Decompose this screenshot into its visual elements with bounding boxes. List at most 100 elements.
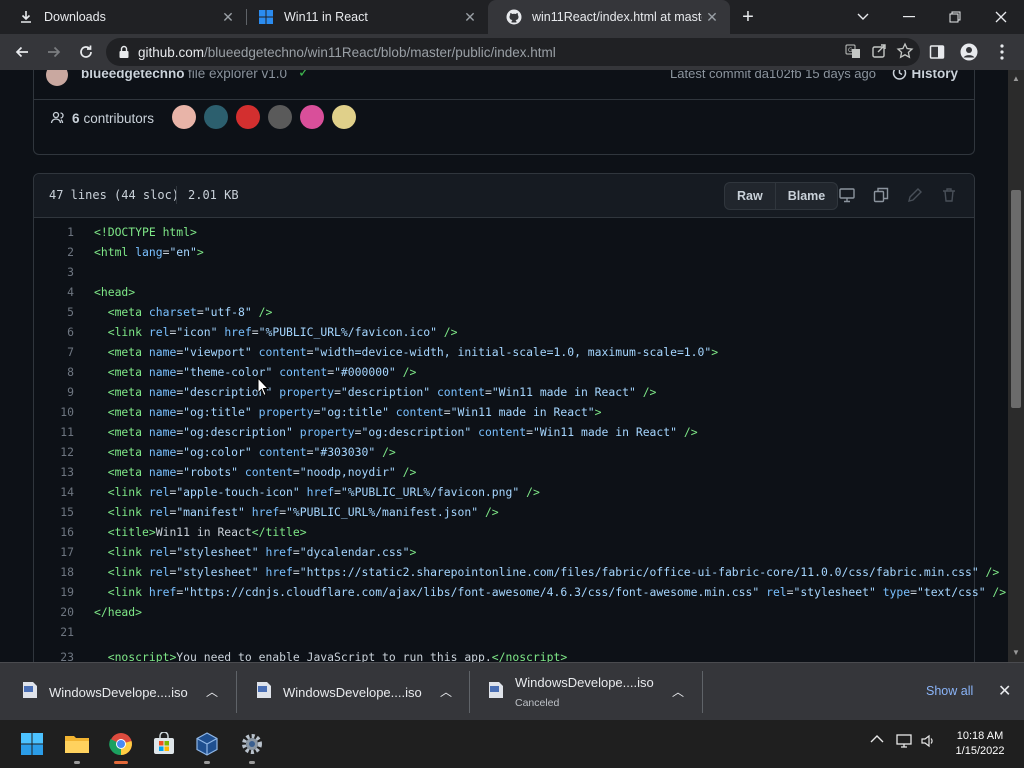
profile-avatar-icon[interactable]	[956, 39, 982, 65]
contributor-avatar[interactable]	[236, 105, 260, 129]
line-number[interactable]: 6	[34, 322, 74, 342]
desktop-icon[interactable]	[838, 186, 856, 209]
line-number[interactable]: 7	[34, 342, 74, 362]
download-item[interactable]: WindowsDevelope....iso Canceled ︿	[466, 663, 702, 721]
code-text: <link rel="icon" href="%PUBLIC_URL%/favi…	[107, 325, 458, 339]
line-number[interactable]: 8	[34, 362, 74, 382]
line-number[interactable]: 19	[34, 582, 74, 602]
code-text: <meta name="og:title" property="og:title…	[107, 405, 602, 419]
line-number[interactable]: 3	[34, 262, 74, 282]
line-number[interactable]: 17	[34, 542, 74, 562]
line-number[interactable]: 9	[34, 382, 74, 402]
tab-title: Downloads	[44, 10, 106, 24]
minimize-button[interactable]	[886, 0, 932, 34]
line-number[interactable]: 15	[34, 502, 74, 522]
running-indicator	[204, 761, 210, 764]
tab-downloads[interactable]: Downloads ✕	[0, 0, 246, 34]
pencil-icon[interactable]	[906, 186, 924, 209]
download-item[interactable]: WindowsDevelope....iso ︿	[234, 663, 470, 721]
start-button[interactable]	[16, 728, 48, 760]
forward-button[interactable]	[41, 39, 67, 65]
share-icon[interactable]	[870, 42, 888, 65]
line-number[interactable]: 23	[34, 647, 74, 662]
chevron-up-icon[interactable]: ︿	[672, 683, 684, 700]
code-text: <meta name="description" property="descr…	[107, 385, 657, 399]
virtualbox-icon[interactable]	[191, 728, 223, 764]
contributor-avatar[interactable]	[268, 105, 292, 129]
file-size: 2.01 KB	[188, 188, 239, 202]
file-icon-actions	[838, 186, 958, 209]
show-all-button[interactable]: Show all	[926, 684, 973, 698]
line-number[interactable]: 10	[34, 402, 74, 422]
copy-icon[interactable]	[872, 186, 890, 209]
raw-button[interactable]: Raw	[725, 183, 775, 209]
line-number[interactable]: 4	[34, 282, 74, 302]
contributor-avatar[interactable]	[172, 105, 196, 129]
tab-github-index-html[interactable]: win11React/index.html at master ✕	[488, 0, 730, 34]
github-page: blueedgetechno file explorer v1.0 ✓ Late…	[0, 70, 1008, 662]
store-icon[interactable]	[148, 728, 180, 760]
contributors-link[interactable]: 6 contributors	[50, 110, 154, 126]
download-filename: WindowsDevelope....iso	[49, 685, 188, 700]
clock[interactable]: 10:18 AM 1/15/2022	[940, 729, 1020, 759]
tab-search-chevron-icon[interactable]	[840, 0, 886, 34]
commit-author[interactable]: blueedgetechno	[81, 70, 185, 81]
code-line: 3	[34, 262, 974, 282]
tab-close-icon[interactable]: ✕	[702, 9, 722, 26]
page-scrollbar[interactable]: ▲ ▼	[1008, 70, 1024, 662]
contributor-avatar[interactable]	[300, 105, 324, 129]
url-host: github.com	[138, 44, 205, 60]
side-panel-icon[interactable]	[924, 39, 950, 65]
reload-button[interactable]	[73, 39, 99, 65]
download-item[interactable]: WindowsDevelope....iso ︿	[0, 663, 236, 721]
line-number[interactable]: 11	[34, 422, 74, 442]
volume-icon[interactable]	[920, 733, 936, 752]
download-filename: WindowsDevelope....iso	[283, 685, 422, 700]
tray-chevron-up-icon[interactable]	[870, 733, 884, 747]
line-number[interactable]: 13	[34, 462, 74, 482]
line-number[interactable]: 20	[34, 602, 74, 622]
address-bar[interactable]: github.com/blueedgetechno/win11React/blo…	[106, 38, 920, 66]
contributor-avatar[interactable]	[204, 105, 228, 129]
line-number[interactable]: 12	[34, 442, 74, 462]
contributor-avatar[interactable]	[332, 105, 356, 129]
back-button[interactable]	[9, 39, 35, 65]
check-icon[interactable]: ✓	[298, 70, 310, 81]
close-shelf-icon[interactable]: ✕	[998, 681, 1011, 701]
tab-win11-in-react[interactable]: Win11 in React ✕	[240, 0, 488, 34]
tab-close-icon[interactable]: ✕	[460, 9, 480, 26]
author-avatar[interactable]	[46, 70, 68, 86]
running-indicator	[249, 761, 255, 764]
settings-icon[interactable]	[236, 728, 268, 764]
new-tab-button[interactable]: +	[738, 4, 758, 30]
scrollbar-thumb[interactable]	[1011, 190, 1021, 408]
file-explorer-icon[interactable]	[61, 728, 93, 764]
restore-button[interactable]	[932, 0, 978, 34]
chevron-up-icon[interactable]: ︿	[440, 683, 452, 700]
bookmark-star-icon[interactable]	[896, 42, 914, 65]
commit-message[interactable]: file explorer v1.0	[188, 70, 287, 81]
line-number[interactable]: 16	[34, 522, 74, 542]
translate-icon[interactable]: G	[844, 42, 862, 65]
scroll-up-arrow-icon[interactable]: ▲	[1012, 74, 1020, 83]
close-window-button[interactable]	[978, 0, 1024, 34]
line-number[interactable]: 1	[34, 222, 74, 242]
history-label: History	[911, 70, 958, 81]
network-icon[interactable]	[896, 733, 914, 752]
lock-icon[interactable]	[118, 45, 130, 59]
line-number[interactable]: 5	[34, 302, 74, 322]
chrome-icon[interactable]	[105, 728, 137, 764]
line-number[interactable]: 2	[34, 242, 74, 262]
blame-button[interactable]: Blame	[774, 183, 838, 209]
code-text: <link rel="stylesheet" href="dycalendar.…	[107, 545, 417, 559]
history-link[interactable]: History	[891, 70, 958, 81]
browser-menu-icon[interactable]	[989, 39, 1015, 65]
tab-close-icon[interactable]: ✕	[218, 9, 238, 26]
trash-icon[interactable]	[940, 186, 958, 209]
scroll-down-arrow-icon[interactable]: ▼	[1012, 648, 1020, 657]
chevron-up-icon[interactable]: ︿	[206, 683, 218, 700]
line-number[interactable]: 21	[34, 622, 74, 642]
line-number[interactable]: 14	[34, 482, 74, 502]
clock-date: 1/15/2022	[955, 745, 1005, 757]
line-number[interactable]: 18	[34, 562, 74, 582]
